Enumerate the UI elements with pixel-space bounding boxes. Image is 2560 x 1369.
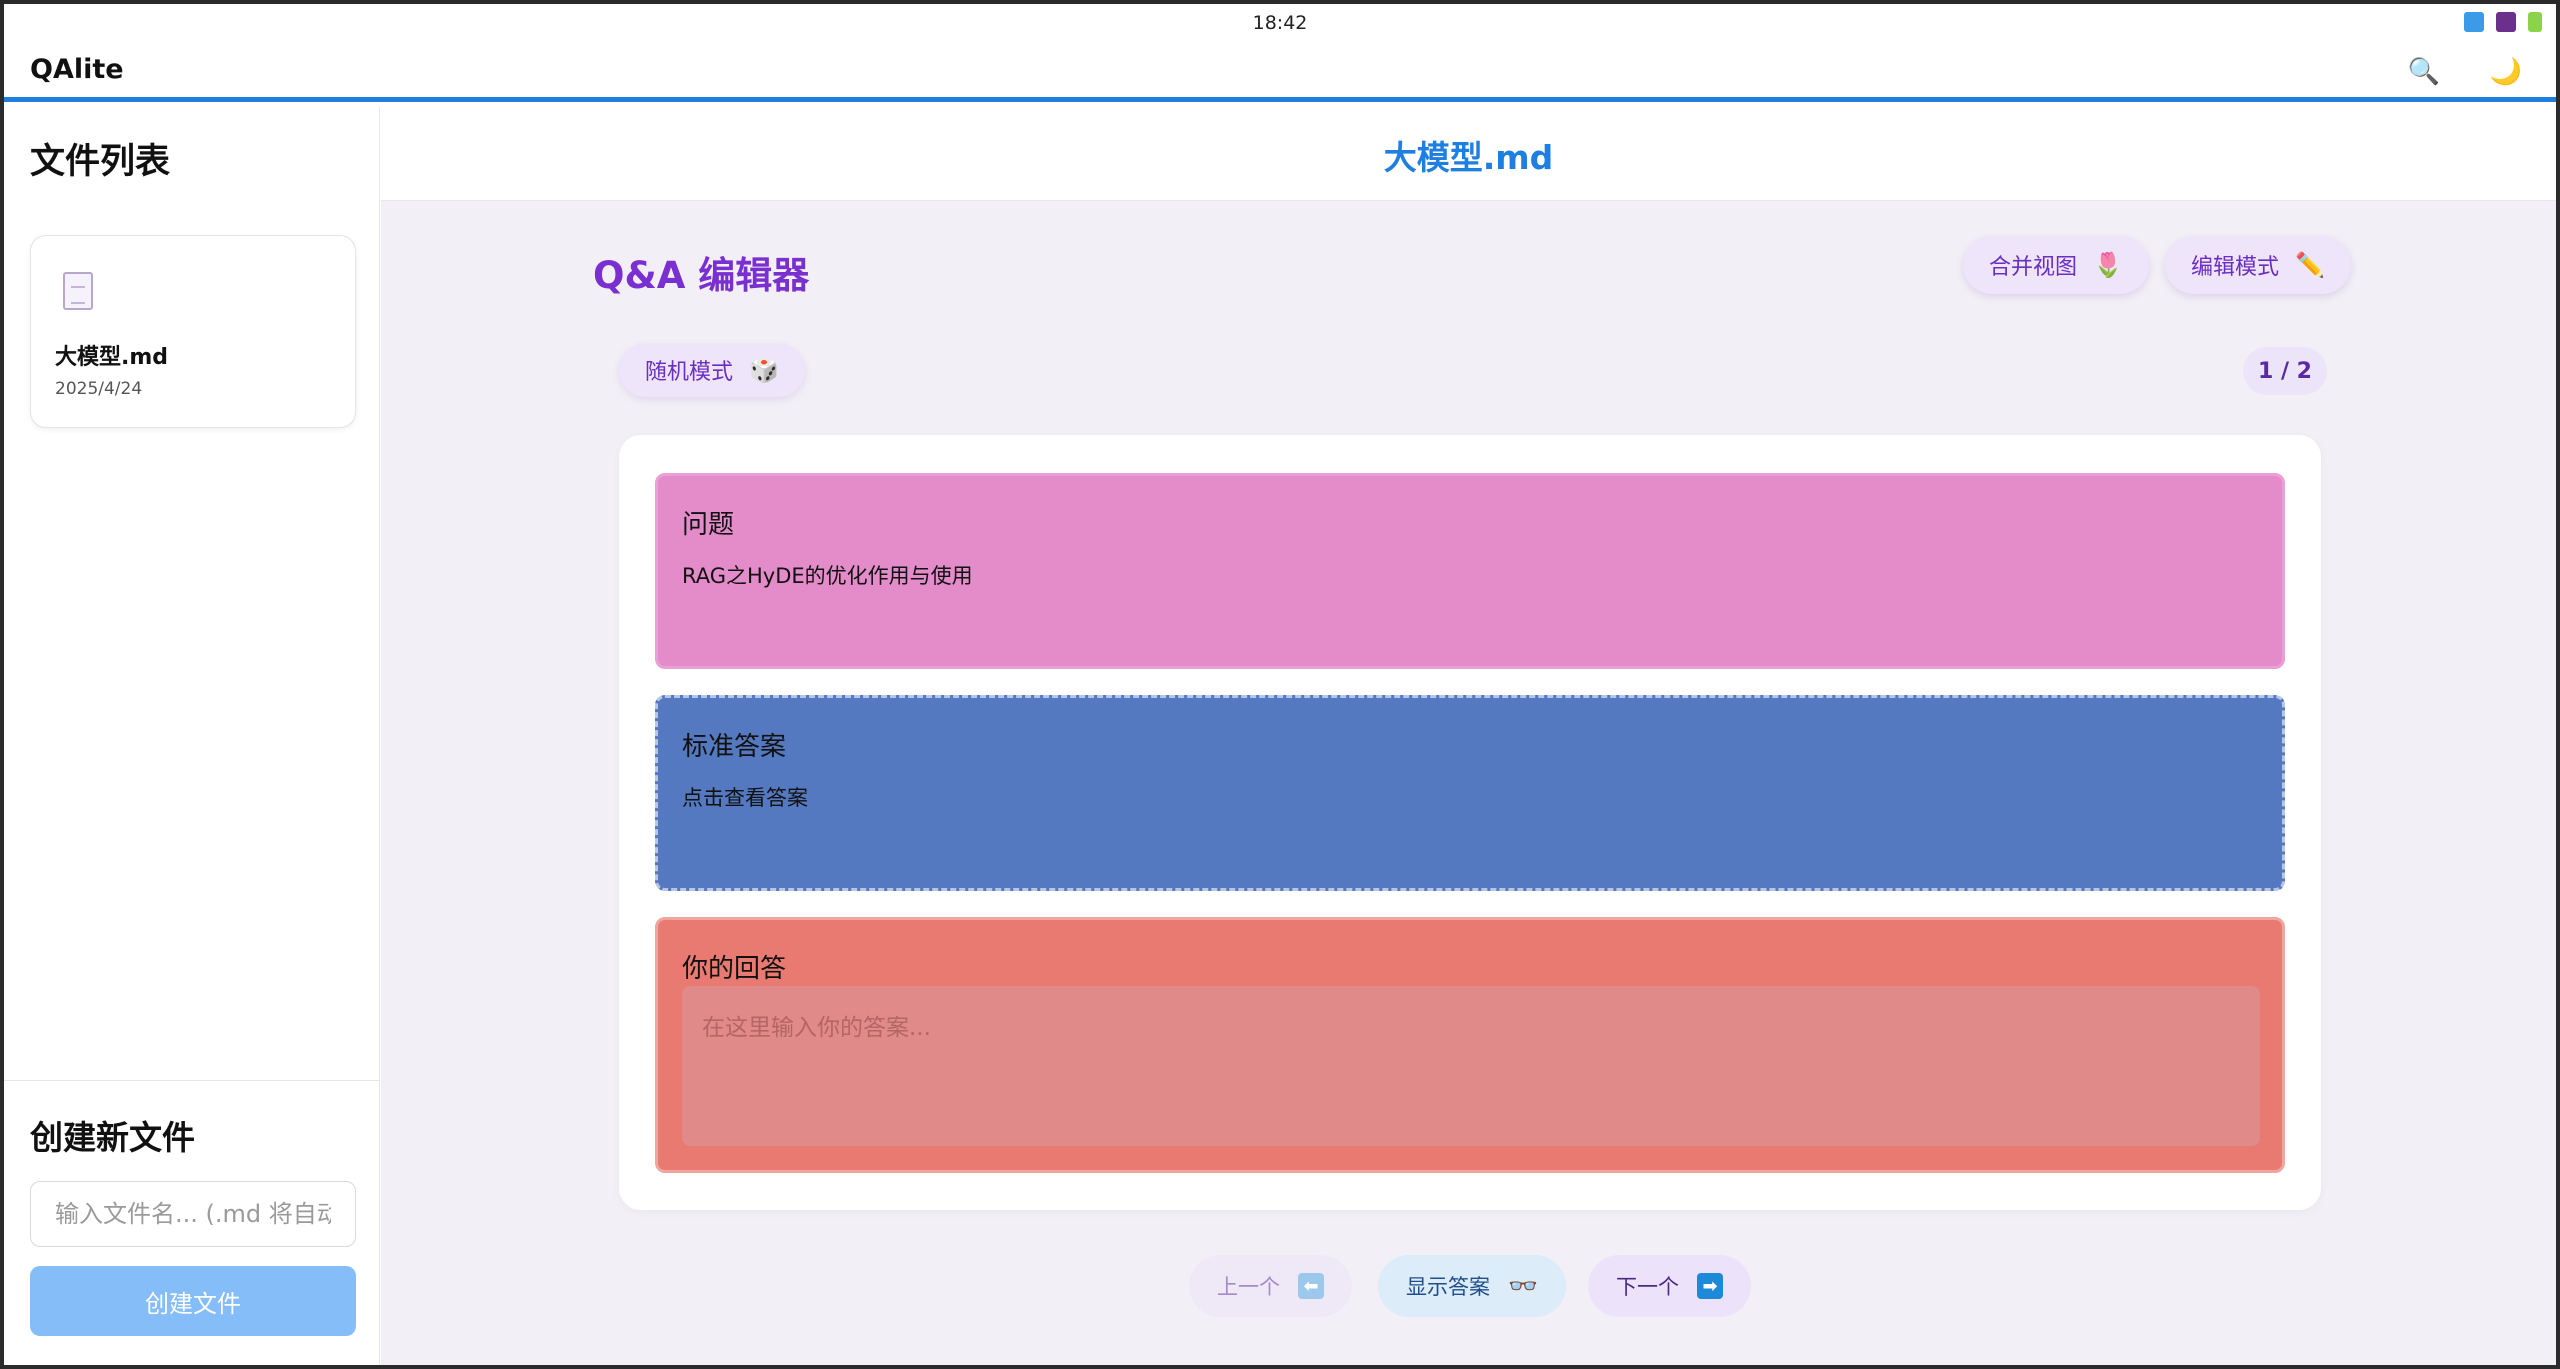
system-tray xyxy=(2464,12,2542,32)
document-icon xyxy=(63,272,93,310)
filename-input[interactable] xyxy=(30,1181,356,1247)
create-file-title: 创建新文件 xyxy=(30,1118,195,1157)
sidebar-title: 文件列表 xyxy=(30,142,171,182)
tulip-icon: 🌷 xyxy=(2093,251,2123,279)
next-button[interactable]: 下一个 ➡ xyxy=(1588,1255,1751,1317)
file-card[interactable]: 大模型.md 2025/4/24 xyxy=(30,235,356,428)
editor-title: Q&A 编辑器 xyxy=(593,254,810,297)
document-title: 大模型.md xyxy=(1383,138,1554,177)
app-header: QAlite 🔍 🌙 xyxy=(4,40,2556,102)
merge-view-label: 合并视图 xyxy=(1989,255,2078,280)
qa-card: 问题 RAG之HyDE的优化作用与使用 标准答案 点击查看答案 你的回答 xyxy=(619,435,2321,1210)
moon-icon[interactable]: 🌙 xyxy=(2486,52,2526,92)
file-date: 2025/4/24 xyxy=(55,379,143,399)
standard-answer-block[interactable]: 标准答案 点击查看答案 xyxy=(655,695,2285,891)
system-status-bar: 18:42 xyxy=(4,4,2556,40)
battery-icon[interactable] xyxy=(2528,12,2542,32)
tray-app-icon[interactable] xyxy=(2496,12,2516,32)
create-file-panel: 创建新文件 创建文件 xyxy=(4,1080,379,1365)
previous-label: 上一个 xyxy=(1217,1275,1280,1299)
random-mode-label: 随机模式 xyxy=(645,360,734,385)
answer-textarea[interactable] xyxy=(682,986,2260,1146)
app-title: QAlite xyxy=(30,54,124,85)
signal-icon[interactable] xyxy=(2464,12,2484,32)
your-answer-label: 你的回答 xyxy=(682,954,787,984)
document-header: 大模型.md xyxy=(381,107,2556,201)
standard-answer-label: 标准答案 xyxy=(682,732,787,762)
random-mode-button[interactable]: 随机模式 🎲 xyxy=(619,343,805,397)
file-name: 大模型.md xyxy=(55,345,169,370)
your-answer-block: 你的回答 xyxy=(655,917,2285,1173)
question-label: 问题 xyxy=(682,510,735,540)
show-answer-button[interactable]: 显示答案 👓 xyxy=(1378,1255,1566,1317)
sidebar: 文件列表 大模型.md 2025/4/24 创建新文件 创建文件 xyxy=(4,107,380,1365)
main-content: 大模型.md Q&A 编辑器 合并视图 🌷 编辑模式 ✏️ 随机模式 🎲 1 /… xyxy=(381,107,2556,1365)
next-label: 下一个 xyxy=(1616,1275,1679,1299)
create-file-button[interactable]: 创建文件 xyxy=(30,1266,356,1336)
glasses-icon: 👓 xyxy=(1508,1272,1538,1300)
merge-view-button[interactable]: 合并视图 🌷 xyxy=(1963,236,2149,294)
previous-button[interactable]: 上一个 ⬅ xyxy=(1189,1255,1352,1317)
left-arrow-icon: ⬅ xyxy=(1298,1273,1324,1299)
question-block: 问题 RAG之HyDE的优化作用与使用 xyxy=(655,473,2285,669)
pencil-icon: ✏️ xyxy=(2295,251,2325,279)
question-counter: 1 / 2 xyxy=(2243,347,2327,395)
search-icon[interactable]: 🔍 xyxy=(2404,52,2444,92)
clock: 18:42 xyxy=(1252,12,1308,34)
show-answer-label: 显示答案 xyxy=(1406,1275,1490,1299)
standard-answer-hint: 点击查看答案 xyxy=(682,786,808,810)
edit-mode-button[interactable]: 编辑模式 ✏️ xyxy=(2165,236,2351,294)
app-window: 18:42 QAlite 🔍 🌙 文件列表 大模型.md 2025/4/24 创… xyxy=(4,4,2556,1365)
edit-mode-label: 编辑模式 xyxy=(2191,255,2280,280)
right-arrow-icon: ➡ xyxy=(1697,1273,1723,1299)
question-text: RAG之HyDE的优化作用与使用 xyxy=(682,564,973,588)
dice-icon: 🎲 xyxy=(749,356,779,384)
